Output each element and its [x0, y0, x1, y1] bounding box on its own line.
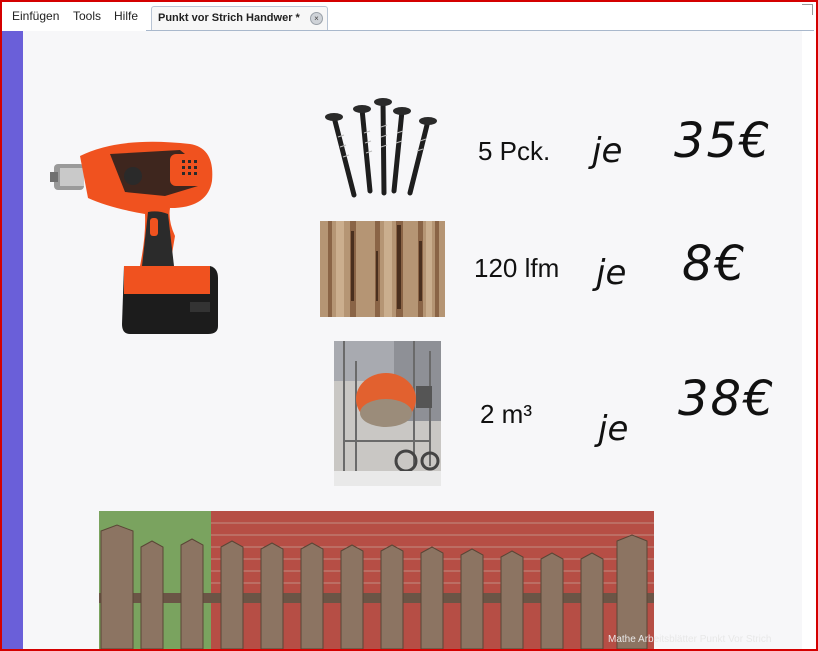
menu-tools[interactable]: Tools [73, 9, 101, 23]
document-tab[interactable]: Punkt vor Strich Handwer * × [151, 6, 328, 31]
screws-icon [325, 98, 437, 198]
menu-bar: Einfügen Tools Hilfe [2, 2, 816, 30]
tab-title: Punkt vor Strich Handwer * [158, 12, 300, 24]
window-corner-icon [802, 4, 813, 15]
fence-wall-photo [99, 511, 654, 649]
quantity-row-2: 120 lfm [474, 253, 560, 283]
price-row-1: 35€ [674, 113, 772, 169]
right-gutter [802, 31, 816, 649]
cordless-drill-icon [50, 141, 218, 334]
price-row-3: 38€ [678, 371, 776, 427]
watermark: Mathe Arbeitsblätter Punkt Vor Strich [608, 634, 772, 645]
quantity-row-3: 2 m³ [480, 399, 532, 429]
menu-hilfe[interactable]: Hilfe [114, 9, 138, 23]
menu-einfuegen[interactable]: Einfügen [12, 9, 59, 23]
je-row-3: je [598, 409, 629, 449]
cement-mixer-icon [334, 341, 441, 486]
je-row-1: je [592, 131, 623, 171]
left-sidebar-strip [2, 31, 23, 649]
close-tab-icon[interactable]: × [310, 12, 323, 25]
quantity-row-1: 5 Pck. [478, 136, 551, 166]
wood-planks-icon [320, 221, 445, 317]
price-row-2: 8€ [682, 236, 748, 292]
je-row-2: je [596, 253, 627, 293]
worksheet-canvas[interactable]: 5 Pck. je 35€ 120 lfm je 8€ 2 m³ je 38€ [2, 31, 816, 649]
